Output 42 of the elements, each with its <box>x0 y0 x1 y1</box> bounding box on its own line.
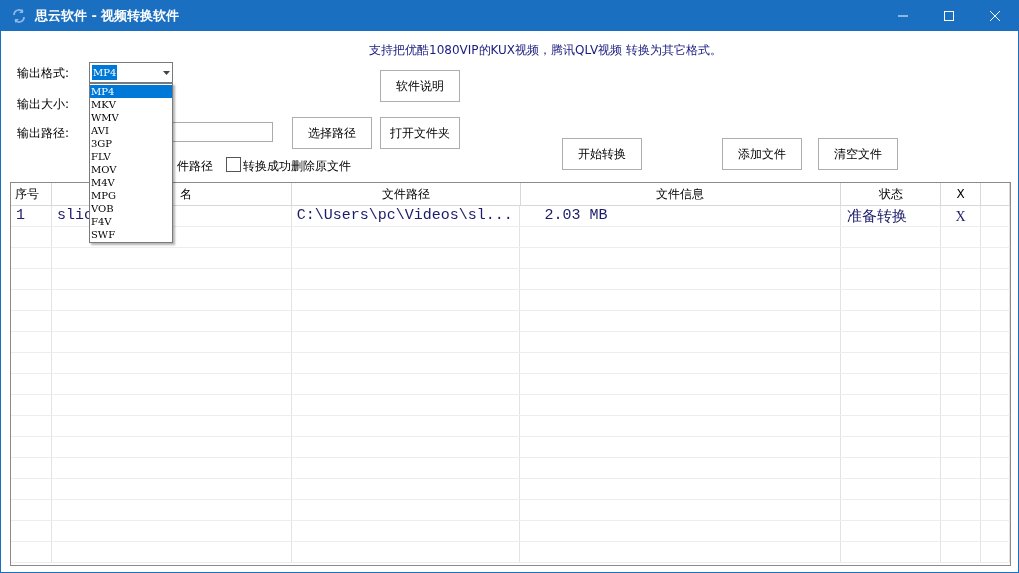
format-option[interactable]: VOB <box>90 202 172 215</box>
format-option[interactable]: 3GP <box>90 137 172 150</box>
size-label: 输出大小: <box>17 96 70 113</box>
checkbox-label: 转换成功删除原文件 <box>243 158 351 175</box>
path-label: 输出路径: <box>17 125 70 142</box>
column-header[interactable]: 文件路径 <box>381 185 430 203</box>
column-header[interactable]: 状态 <box>878 185 903 203</box>
remove-link[interactable]: X <box>941 205 980 227</box>
window-title: 思云软件 - 视频转换软件 <box>35 7 180 26</box>
format-option[interactable]: AVI <box>90 124 172 137</box>
checkbox[interactable] <box>226 157 241 172</box>
start-button[interactable]: 开始转换 <box>562 138 642 170</box>
checkbox-label: 件路径 <box>177 158 213 175</box>
format-label: 输出格式: <box>17 65 70 82</box>
format-option[interactable]: SWF <box>90 228 172 241</box>
column-header[interactable]: X <box>956 185 965 203</box>
refresh-icon <box>11 8 27 24</box>
table-cell-text: 2.03 MB <box>543 205 608 226</box>
format-option[interactable]: MPG <box>90 189 172 202</box>
help-button[interactable]: 软件说明 <box>380 70 460 102</box>
format-option[interactable]: FLV <box>90 150 172 163</box>
format-option[interactable]: M4V <box>90 176 172 189</box>
close-icon <box>990 11 1000 21</box>
table-cell-text: 1 <box>15 205 25 226</box>
column-header[interactable]: 名 <box>179 185 192 203</box>
choose-path-button[interactable]: 选择路径 <box>292 117 372 149</box>
format-option[interactable]: MP4 <box>90 85 172 98</box>
notice-text: 支持把优酷1080VIP的KUX视频，腾讯QLV视频 转换为其它格式。 <box>369 42 722 59</box>
format-option[interactable]: WMV <box>90 111 172 124</box>
format-option[interactable]: F4V <box>90 215 172 228</box>
format-dropdown[interactable]: MP4 <box>89 62 173 83</box>
table-cell-text: C:\Users\pc\Videos\sl... <box>295 205 513 226</box>
open-folder-button[interactable]: 打开文件夹 <box>380 117 460 149</box>
maximize-icon <box>944 11 954 21</box>
clear-files-button[interactable]: 清空文件 <box>818 138 898 170</box>
column-header[interactable]: 文件信息 <box>656 185 705 203</box>
column-header[interactable]: 序号 <box>15 185 39 203</box>
caret-icon <box>163 70 170 75</box>
add-files-button[interactable]: 添加文件 <box>722 138 802 170</box>
format-option[interactable]: MKV <box>90 98 172 111</box>
format-option[interactable]: MOV <box>90 163 172 176</box>
table-cell-text: 准备转换 <box>846 205 908 227</box>
